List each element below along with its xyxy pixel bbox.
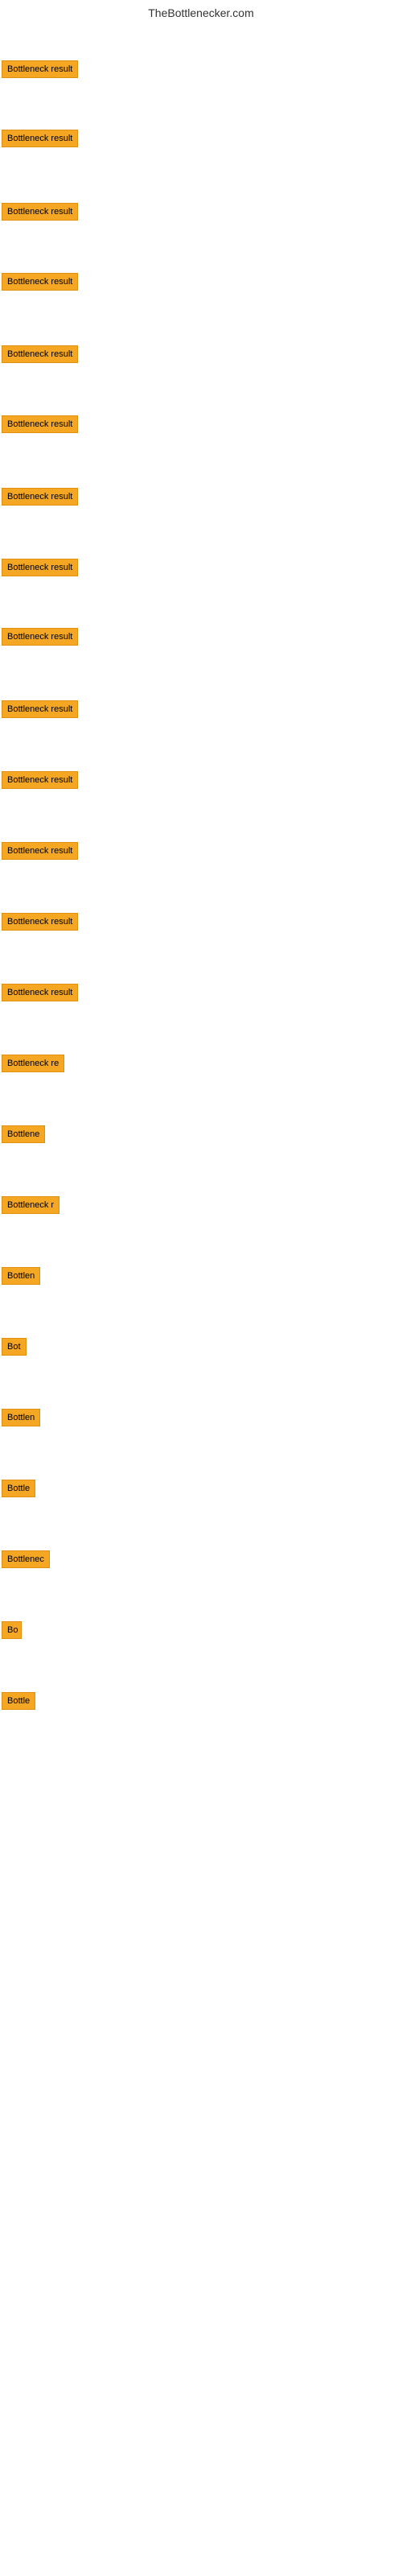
bottleneck-item-19[interactable]: Bot: [2, 1338, 27, 1356]
bottleneck-item-20[interactable]: Bottlen: [2, 1409, 40, 1426]
bottleneck-item-14[interactable]: Bottleneck result: [2, 984, 78, 1001]
bottleneck-item-10[interactable]: Bottleneck result: [2, 700, 78, 718]
bottleneck-item-4[interactable]: Bottleneck result: [2, 273, 78, 291]
page-wrapper: TheBottlenecker.com Bottleneck resultBot…: [0, 0, 402, 2576]
bottleneck-item-11[interactable]: Bottleneck result: [2, 771, 78, 789]
items-container: Bottleneck result Bottleneck result Bottle…: [0, 23, 402, 2558]
bottleneck-item-1[interactable]: Bottleneck result: [2, 60, 78, 78]
bottleneck-item-15[interactable]: Bottleneck re: [2, 1055, 64, 1072]
bottleneck-item-17[interactable]: Bottleneck r: [2, 1196, 59, 1214]
bottleneck-item-8[interactable]: Bottleneck result: [2, 559, 78, 576]
bottleneck-item-12[interactable]: Bottleneck result: [2, 842, 78, 860]
bottleneck-item-21[interactable]: Bottle: [2, 1480, 35, 1497]
bottleneck-item-24[interactable]: Bottle: [2, 1692, 35, 1710]
bottleneck-item-16[interactable]: Bottlene: [2, 1125, 45, 1143]
bottleneck-item-6[interactable]: Bottleneck result: [2, 415, 78, 433]
bottleneck-item-3[interactable]: Bottleneck result: [2, 203, 78, 221]
site-title: TheBottlenecker.com: [0, 0, 402, 23]
bottleneck-item-5[interactable]: Bottleneck result: [2, 345, 78, 363]
bottleneck-item-22[interactable]: Bottlenec: [2, 1550, 50, 1568]
bottleneck-item-9[interactable]: Bottleneck result: [2, 628, 78, 646]
bottleneck-item-13[interactable]: Bottleneck result: [2, 913, 78, 931]
bottleneck-item-18[interactable]: Bottlen: [2, 1267, 40, 1285]
bottleneck-item-2[interactable]: Bottleneck result: [2, 130, 78, 147]
bottleneck-item-23[interactable]: Bo: [2, 1621, 22, 1639]
bottleneck-item-7[interactable]: Bottleneck result: [2, 488, 78, 506]
